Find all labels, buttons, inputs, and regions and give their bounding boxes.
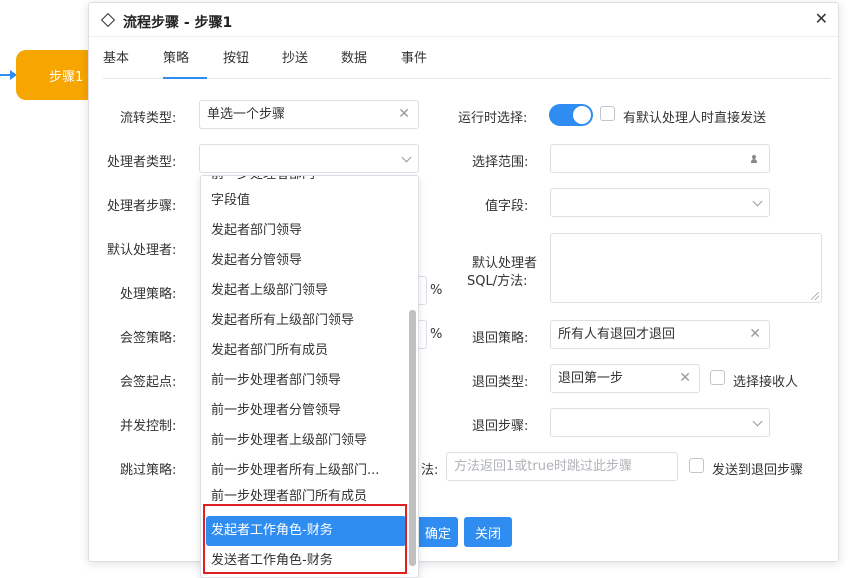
runtime-select-label: 运行时选择:: [458, 111, 528, 126]
handler-type-label: 处理者类型:: [107, 155, 177, 170]
dropdown-option[interactable]: 前一步处理者部门领导: [211, 366, 341, 396]
confirm-button-label: 确定: [424, 526, 451, 542]
close-icon[interactable]: ✕: [815, 11, 828, 27]
return-strategy-select[interactable]: 所有人有退回才退回 ✕: [550, 320, 770, 349]
select-receiver-label: 选择接收人: [733, 375, 799, 390]
return-strategy-value: 所有人有退回才退回: [558, 327, 676, 342]
skip-method-placeholder: 方法返回1或true时跳过此步骤: [454, 459, 632, 474]
return-type-label: 退回类型:: [472, 375, 529, 390]
active-tab-indicator: [163, 77, 207, 79]
dropdown-option[interactable]: 字段值: [211, 186, 250, 216]
tab-events[interactable]: 事件: [401, 47, 427, 66]
select-scope-input[interactable]: [550, 144, 770, 173]
dropdown-option[interactable]: 前一步处理者分管领导: [211, 396, 341, 426]
return-strategy-label: 退回策略:: [472, 331, 529, 346]
dropdown-option[interactable]: 发起者所有上级部门领导: [211, 306, 354, 336]
handle-strategy-percent: %: [430, 283, 443, 298]
value-field-label: 值字段:: [485, 199, 529, 214]
toggle-knob: [573, 106, 591, 124]
flow-type-select[interactable]: 单选一个步骤 ✕: [199, 100, 419, 129]
flow-step-node[interactable]: 步骤1: [16, 50, 96, 100]
auto-send-label: 有默认处理人时直接发送: [623, 111, 767, 126]
default-handler-label: 默认处理者:: [107, 243, 177, 258]
send-to-return-step-label: 发送到退回步骤: [712, 463, 804, 478]
skip-method-input[interactable]: 方法返回1或true时跳过此步骤: [446, 452, 678, 481]
countersign-strategy-label: 会签策略:: [120, 331, 177, 346]
dialog-title: 流程步骤 - 步骤1: [123, 15, 233, 31]
tab-buttons[interactable]: 按钮: [223, 47, 249, 66]
tab-bar: 基本 策略 按钮 抄送 数据 事件: [103, 39, 831, 79]
tab-cc[interactable]: 抄送: [282, 47, 308, 66]
dropdown-option[interactable]: 发起者部门领导: [211, 216, 302, 246]
handle-strategy-label: 处理策略:: [120, 287, 177, 302]
chevron-down-icon: [401, 152, 412, 163]
clear-icon[interactable]: ✕: [679, 365, 691, 392]
dropdown-option[interactable]: 前一步处理者所有上级部门...: [211, 456, 379, 486]
dropdown-option[interactable]: 发起者分管领导: [211, 246, 302, 276]
handler-type-select[interactable]: [199, 144, 419, 173]
concurrency-label: 并发控制:: [120, 419, 177, 434]
flow-type-value: 单选一个步骤: [207, 107, 286, 122]
runtime-select-toggle[interactable]: [549, 104, 593, 126]
select-receiver-checkbox[interactable]: [710, 370, 725, 385]
default-sql-label-line2: SQL/方法:: [467, 274, 528, 289]
confirm-button[interactable]: 确定: [414, 517, 458, 547]
chevron-down-icon: [752, 196, 763, 207]
chevron-down-icon: [752, 416, 763, 427]
handler-step-label: 处理者步骤:: [107, 199, 177, 214]
tab-strategy[interactable]: 策略: [163, 47, 189, 66]
diamond-icon: [100, 12, 116, 28]
close-button-label: 关闭: [474, 526, 501, 542]
auto-send-checkbox[interactable]: [600, 106, 615, 121]
dropdown-option[interactable]: 发起者上级部门领导: [211, 276, 328, 306]
return-type-value: 退回第一步: [558, 371, 624, 386]
dialog-header: 流程步骤 - 步骤1 ✕: [89, 3, 838, 37]
dropdown-option[interactable]: 发起者部门所有成员: [211, 336, 328, 366]
users-icon[interactable]: [751, 155, 761, 163]
handle-strategy-input[interactable]: [418, 276, 427, 305]
return-step-select[interactable]: [550, 408, 770, 437]
close-button[interactable]: 关闭: [464, 517, 512, 547]
countersign-strategy-input[interactable]: [418, 320, 427, 349]
countersign-percent: %: [430, 327, 443, 342]
annotation-highlight-box: [203, 504, 407, 574]
tab-data[interactable]: 数据: [341, 47, 367, 66]
resize-handle-icon[interactable]: [811, 292, 819, 300]
skip-method-label: 法:: [421, 463, 439, 478]
default-sql-label-line1: 默认处理者: [472, 256, 538, 271]
dropdown-scrollbar[interactable]: [409, 310, 416, 566]
default-sql-textarea[interactable]: [550, 233, 822, 303]
return-step-label: 退回步骤:: [472, 419, 529, 434]
select-scope-label: 选择范围:: [472, 155, 529, 170]
tab-basic[interactable]: 基本: [103, 47, 129, 66]
flow-type-label: 流转类型:: [120, 111, 177, 126]
dropdown-option[interactable]: 前一步处理者上级部门领导: [211, 426, 367, 456]
countersign-start-label: 会签起点:: [120, 375, 177, 390]
value-field-select[interactable]: [550, 188, 770, 217]
return-type-select[interactable]: 退回第一步 ✕: [550, 364, 700, 393]
send-to-return-step-checkbox[interactable]: [689, 458, 704, 473]
flow-step-node-label: 步骤1: [49, 69, 84, 85]
clear-icon[interactable]: ✕: [398, 101, 410, 128]
clear-icon[interactable]: ✕: [749, 321, 761, 348]
skip-strategy-label: 跳过策略:: [120, 463, 177, 478]
